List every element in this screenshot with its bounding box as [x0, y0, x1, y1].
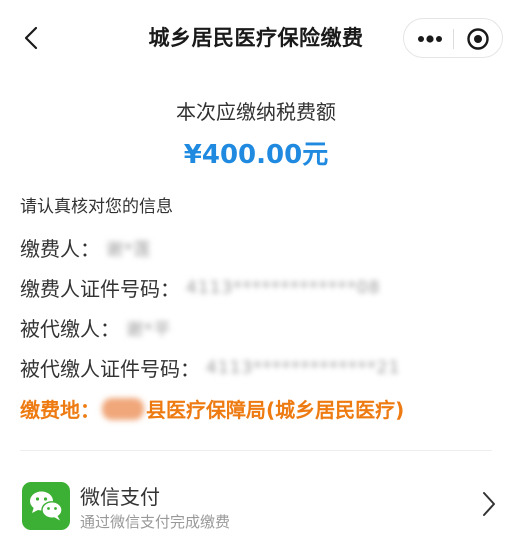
payment-place-value: 县医疗保障局(城乡居民医疗): [146, 398, 405, 422]
payer-id-row: 缴费人证件号码： 4113*************08: [20, 273, 380, 302]
payer-id-label: 缴费人证件号码：: [20, 277, 180, 301]
insured-id-label: 被代缴人证件号码：: [20, 357, 200, 381]
close-button[interactable]: [460, 25, 496, 53]
chevron-left-icon: [24, 26, 38, 50]
insured-row: 被代缴人： 谢*平: [20, 313, 172, 342]
insured-id-value: 4113*************21: [206, 357, 401, 378]
redacted-county-name: [102, 397, 144, 420]
back-button[interactable]: [18, 25, 44, 51]
more-dots-icon: [418, 35, 442, 43]
payment-place-label: 缴费地：: [20, 398, 100, 422]
mini-program-capsule: [403, 18, 503, 58]
wechat-pay-subtitle: 通过微信支付完成缴费: [80, 513, 231, 531]
amount-value: ¥400.00元: [183, 140, 329, 170]
chevron-right-icon: [478, 489, 500, 519]
payer-id-value: 4113*************08: [186, 277, 381, 298]
target-circle-icon: [467, 28, 489, 50]
payment-page: 城乡居民医疗保险缴费 本次应缴纳税费额 ¥400.00元 请认真核对您的信息 缴…: [0, 0, 512, 555]
amount-label: 本次应缴纳税费额: [176, 100, 336, 124]
insured-value: 谢*平: [126, 320, 172, 340]
capsule-divider: [453, 29, 454, 49]
payer-row: 缴费人： 谢*莲: [20, 233, 152, 262]
wechat-icon: [22, 482, 70, 530]
wechat-pay-option[interactable]: 微信支付 通过微信支付完成缴费: [0, 465, 512, 545]
insured-id-row: 被代缴人证件号码： 4113*************21: [20, 353, 400, 382]
payer-label: 缴费人：: [20, 237, 100, 261]
payer-value: 谢*莲: [106, 240, 152, 260]
payment-place-row: 缴费地： 县医疗保障局(城乡居民医疗): [20, 394, 404, 423]
section-divider: [20, 450, 492, 451]
navigation-bar: 城乡居民医疗保险缴费: [0, 0, 512, 78]
info-heading: 请认真核对您的信息: [20, 197, 173, 217]
more-button[interactable]: [412, 25, 448, 53]
wechat-pay-title: 微信支付: [80, 485, 160, 509]
insured-label: 被代缴人：: [20, 317, 120, 341]
